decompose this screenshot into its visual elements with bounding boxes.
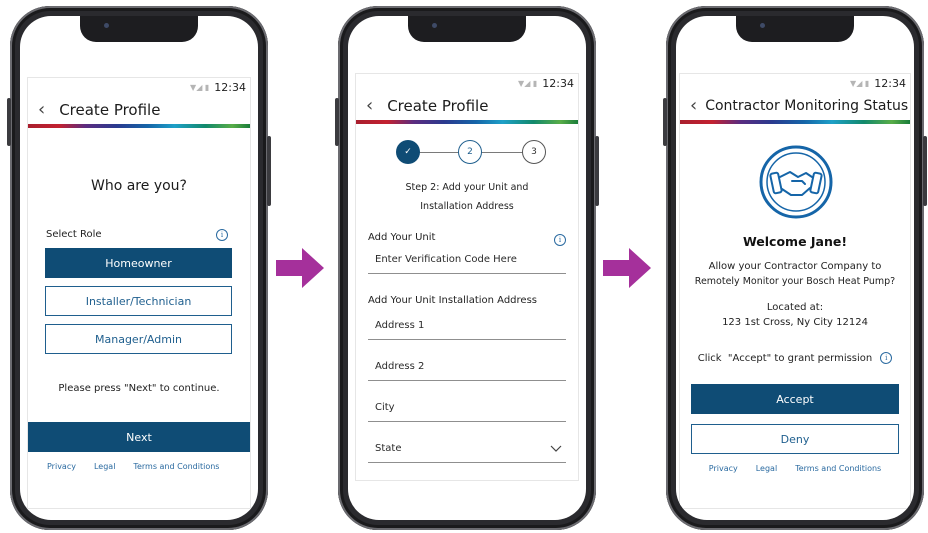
page-title: Contractor Monitoring Status [705, 98, 909, 114]
info-icon[interactable]: i [554, 234, 566, 246]
step-1-completed: ✓ [396, 140, 420, 164]
create-profile-unit-screen: ▼◢ ▮ 12:34 ‹ Create Profile ✓ 2 3 Step 2… [356, 74, 578, 480]
signal-icon: ▼◢ ▮ [190, 82, 210, 92]
terms-link[interactable]: Terms and Conditions [795, 464, 881, 473]
phone-frame-3: ▼◢ ▮ 12:34 ‹ Contractor Monitoring Statu… [663, 6, 927, 530]
permission-row: Click "Accept" to grant permission i [680, 352, 910, 364]
app-header: ‹ Create Profile [28, 96, 250, 124]
brand-color-bar [680, 120, 910, 124]
located-label: Located at: [766, 302, 824, 313]
phone-frame-1: ▼◢ ▮ 12:34 ‹ Create Profile Who are you?… [7, 6, 271, 530]
step-3: 3 [522, 140, 546, 164]
back-chevron-icon[interactable]: ‹ [38, 101, 45, 119]
message-line1: Allow your Contractor Company to [708, 261, 882, 272]
camera-icon [432, 23, 437, 28]
address-section-label: Add Your Unit Installation Address [368, 295, 537, 306]
step-2-current: 2 [458, 140, 482, 164]
continue-prompt: Please press "Next" to continue. [58, 383, 220, 394]
chevron-down-icon [550, 445, 562, 452]
page-title: Create Profile [387, 97, 489, 115]
camera-icon [760, 23, 765, 28]
step-3-number: 3 [531, 147, 537, 157]
back-chevron-icon[interactable]: ‹ [366, 97, 373, 115]
app-header: ‹ Contractor Monitoring Status [680, 92, 910, 120]
legal-link[interactable]: Legal [94, 462, 115, 471]
footer-links: Privacy Legal Terms and Conditions [47, 462, 237, 471]
message-line2: Remotely Monitor your Bosch Heat Pump? [694, 276, 896, 287]
status-bar: ▼◢ ▮ 12:34 [28, 78, 250, 96]
phone-frame-2: ▼◢ ▮ 12:34 ‹ Create Profile ✓ 2 3 Step 2… [335, 6, 599, 530]
role-manager-button[interactable]: Manager/Admin [45, 324, 232, 354]
handshake-icon [759, 145, 833, 219]
footer-links: Privacy Legal Terms and Conditions [680, 464, 910, 473]
contractor-monitoring-screen: ▼◢ ▮ 12:34 ‹ Contractor Monitoring Statu… [680, 74, 910, 508]
progress-stepper: ✓ 2 3 [396, 140, 548, 166]
state-select[interactable]: State [368, 435, 566, 463]
role-installer-button[interactable]: Installer/Technician [45, 286, 232, 316]
phone-screen-3: ▼◢ ▮ 12:34 ‹ Contractor Monitoring Statu… [676, 16, 914, 520]
brand-color-bar [28, 124, 250, 128]
step-heading-line1: Step 2: Add your Unit and [405, 182, 529, 193]
deny-button[interactable]: Deny [691, 424, 899, 454]
privacy-link[interactable]: Privacy [47, 462, 76, 471]
info-icon[interactable]: i [216, 229, 228, 241]
select-role-label: Select Role [46, 229, 102, 240]
phone-notch [736, 16, 854, 42]
status-time: 12:34 [214, 80, 246, 94]
address1-input[interactable]: Address 1 [368, 312, 566, 340]
phone-notch [408, 16, 526, 42]
step-heading-line2: Installation Address [420, 201, 514, 212]
legal-link[interactable]: Legal [756, 464, 777, 473]
status-time: 12:34 [542, 76, 574, 90]
next-button[interactable]: Next [28, 422, 250, 452]
back-chevron-icon[interactable]: ‹ [690, 97, 697, 115]
step-2-number: 2 [467, 147, 473, 157]
phone-notch [80, 16, 198, 42]
welcome-heading: Welcome Jane! [742, 234, 848, 249]
page-title: Create Profile [59, 101, 161, 119]
brand-color-bar [356, 120, 578, 124]
verification-code-input[interactable]: Enter Verification Code Here [368, 246, 566, 274]
create-profile-role-screen: ▼◢ ▮ 12:34 ‹ Create Profile Who are you?… [28, 78, 250, 508]
camera-icon [104, 23, 109, 28]
role-homeowner-button[interactable]: Homeowner [45, 248, 232, 278]
address2-input[interactable]: Address 2 [368, 353, 566, 381]
add-unit-label: Add Your Unit [368, 232, 436, 243]
phone-screen-2: ▼◢ ▮ 12:34 ‹ Create Profile ✓ 2 3 Step 2… [348, 16, 586, 520]
status-time: 12:34 [874, 76, 906, 90]
signal-icon: ▼◢ ▮ [518, 78, 538, 88]
city-input[interactable]: City [368, 394, 566, 422]
status-bar: ▼◢ ▮ 12:34 [356, 74, 578, 92]
phone-screen-1: ▼◢ ▮ 12:34 ‹ Create Profile Who are you?… [20, 16, 258, 520]
privacy-link[interactable]: Privacy [709, 464, 738, 473]
status-bar: ▼◢ ▮ 12:34 [680, 74, 910, 92]
accept-button[interactable]: Accept [691, 384, 899, 414]
unit-address: 123 1st Cross, Ny City 12124 [722, 317, 868, 328]
signal-icon: ▼◢ ▮ [850, 78, 870, 88]
permission-text: Click "Accept" to grant permission [697, 352, 873, 364]
terms-link[interactable]: Terms and Conditions [133, 462, 219, 471]
checkmark-icon: ✓ [404, 147, 412, 157]
app-header: ‹ Create Profile [356, 92, 578, 120]
role-heading: Who are you? [91, 178, 187, 194]
arrow-right-icon [603, 248, 651, 288]
info-icon[interactable]: i [880, 352, 893, 364]
arrow-right-icon [276, 248, 324, 288]
state-select-label: State [375, 443, 402, 454]
